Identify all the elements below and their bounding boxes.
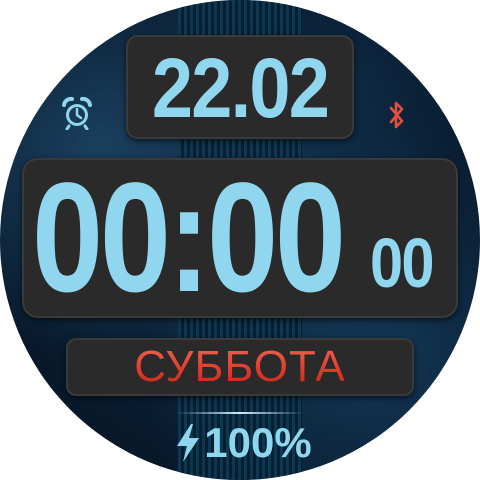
battery-divider <box>176 412 304 414</box>
time-hours-minutes[interactable]: 00:00 <box>32 160 346 316</box>
lightning-bolt-icon <box>177 424 200 462</box>
date-display[interactable]: 22.02 <box>140 38 341 138</box>
battery-indicator[interactable]: 100% <box>168 418 318 468</box>
battery-level: 100% <box>204 419 312 466</box>
time-seconds: 00 <box>370 224 434 302</box>
watch-face: 22.02 00:00 00 СУББОТА 100% <box>0 0 480 480</box>
alarm-clock-icon[interactable] <box>60 96 94 130</box>
day-of-week[interactable]: СУББОТА <box>66 338 414 396</box>
bluetooth-icon <box>389 101 404 129</box>
